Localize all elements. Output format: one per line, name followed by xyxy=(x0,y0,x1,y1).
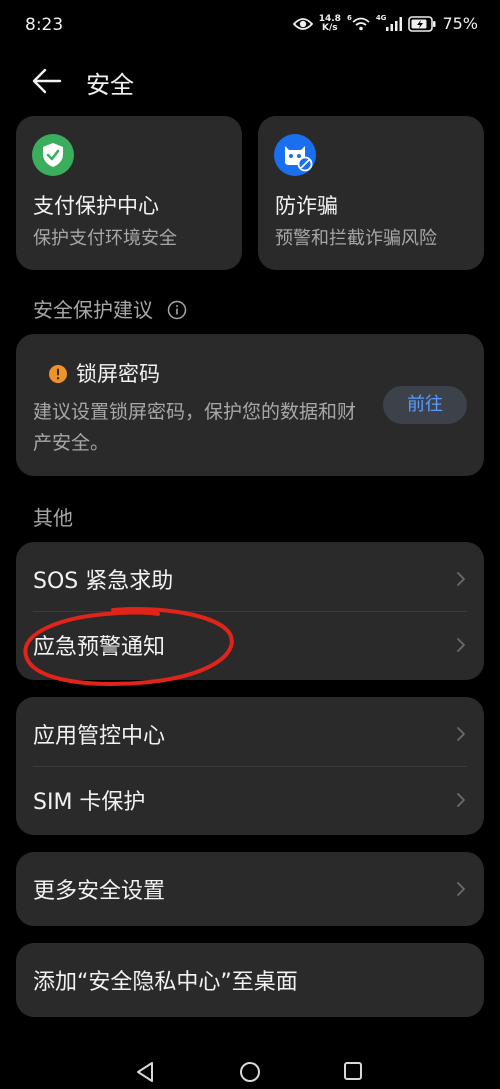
status-time: 8:23 xyxy=(25,15,64,35)
anti-fraud-card[interactable]: 防诈骗 预警和拦截诈骗风险 xyxy=(258,116,484,270)
chevron-right-icon xyxy=(457,572,465,586)
chevron-right-icon xyxy=(457,882,465,896)
sim-protection-row[interactable]: SIM 卡保护 xyxy=(16,767,484,833)
chevron-right-icon xyxy=(457,638,465,652)
suggestions-header: 安全保护建议 xyxy=(33,294,187,323)
info-icon[interactable] xyxy=(167,300,187,320)
mobile-network-label: 4G xyxy=(375,13,387,22)
speed-unit: K/s xyxy=(322,22,338,33)
app-control-label: 应用管控中心 xyxy=(33,724,166,749)
others-group-shortcut: 添加“安全隐私中心”至桌面 xyxy=(16,943,484,1017)
back-arrow-icon[interactable] xyxy=(30,64,64,98)
add-to-desktop-row[interactable]: 添加“安全隐私中心”至桌面 xyxy=(16,947,484,1013)
warning-icon xyxy=(49,365,67,383)
sos-emergency-label: SOS 紧急求助 xyxy=(33,569,174,594)
battery-percent: 75% xyxy=(442,14,478,33)
wifi-icon xyxy=(352,17,370,30)
nav-recents-icon[interactable] xyxy=(343,1061,363,1081)
sos-emergency-row[interactable]: SOS 紧急求助 xyxy=(16,546,484,612)
lock-screen-title: 锁屏密码 xyxy=(76,362,160,386)
payment-protection-title: 支付保护中心 xyxy=(33,194,159,218)
chevron-right-icon xyxy=(457,793,465,807)
emergency-alert-label: 应急预警通知 xyxy=(33,635,166,660)
suggestions-header-label: 安全保护建议 xyxy=(33,298,153,322)
go-button[interactable]: 前往 xyxy=(383,386,467,424)
wifi-network-label: 6 xyxy=(346,13,352,22)
nav-back-icon[interactable] xyxy=(135,1061,155,1083)
others-group-more: 更多安全设置 xyxy=(16,852,484,926)
signal-icon xyxy=(386,16,403,31)
status-icons: 14.8 K/s 6 4G 75% xyxy=(292,13,478,33)
more-security-row[interactable]: 更多安全设置 xyxy=(16,856,484,922)
sim-protection-label: SIM 卡保护 xyxy=(33,790,146,815)
app-control-row[interactable]: 应用管控中心 xyxy=(16,701,484,767)
anti-fraud-subtitle: 预警和拦截诈骗风险 xyxy=(275,228,437,249)
shield-check-icon xyxy=(32,134,74,176)
lock-screen-description: 建议设置锁屏密码，保护您的数据和财产安全。 xyxy=(33,401,357,454)
anti-fraud-title: 防诈骗 xyxy=(275,194,338,218)
eye-icon xyxy=(292,17,313,30)
nav-home-icon[interactable] xyxy=(239,1061,261,1083)
payment-protection-subtitle: 保护支付环境安全 xyxy=(33,228,177,249)
add-to-desktop-label: 添加“安全隐私中心”至桌面 xyxy=(33,970,298,995)
emergency-alert-row[interactable]: 应急预警通知 xyxy=(16,612,484,678)
others-group-emergency: SOS 紧急求助 应急预警通知 xyxy=(16,542,484,680)
payment-protection-card[interactable]: 支付保护中心 保护支付环境安全 xyxy=(16,116,242,270)
more-security-label: 更多安全设置 xyxy=(33,879,166,904)
page-title: 安全 xyxy=(86,71,134,99)
title-bar: 安全 xyxy=(0,54,500,110)
others-group-apps: 应用管控中心 SIM 卡保护 xyxy=(16,697,484,835)
battery-icon xyxy=(408,15,436,32)
status-bar: 8:23 14.8 K/s 6 4G 75% xyxy=(0,0,500,54)
navigation-bar xyxy=(0,1049,500,1089)
anti-fraud-icon xyxy=(274,134,316,176)
lock-screen-card: 锁屏密码 建议设置锁屏密码，保护您的数据和财产安全。 前往 xyxy=(16,334,484,476)
chevron-right-icon xyxy=(457,727,465,741)
others-header: 其他 xyxy=(33,506,73,530)
network-speed: 14.8 K/s xyxy=(319,14,341,33)
